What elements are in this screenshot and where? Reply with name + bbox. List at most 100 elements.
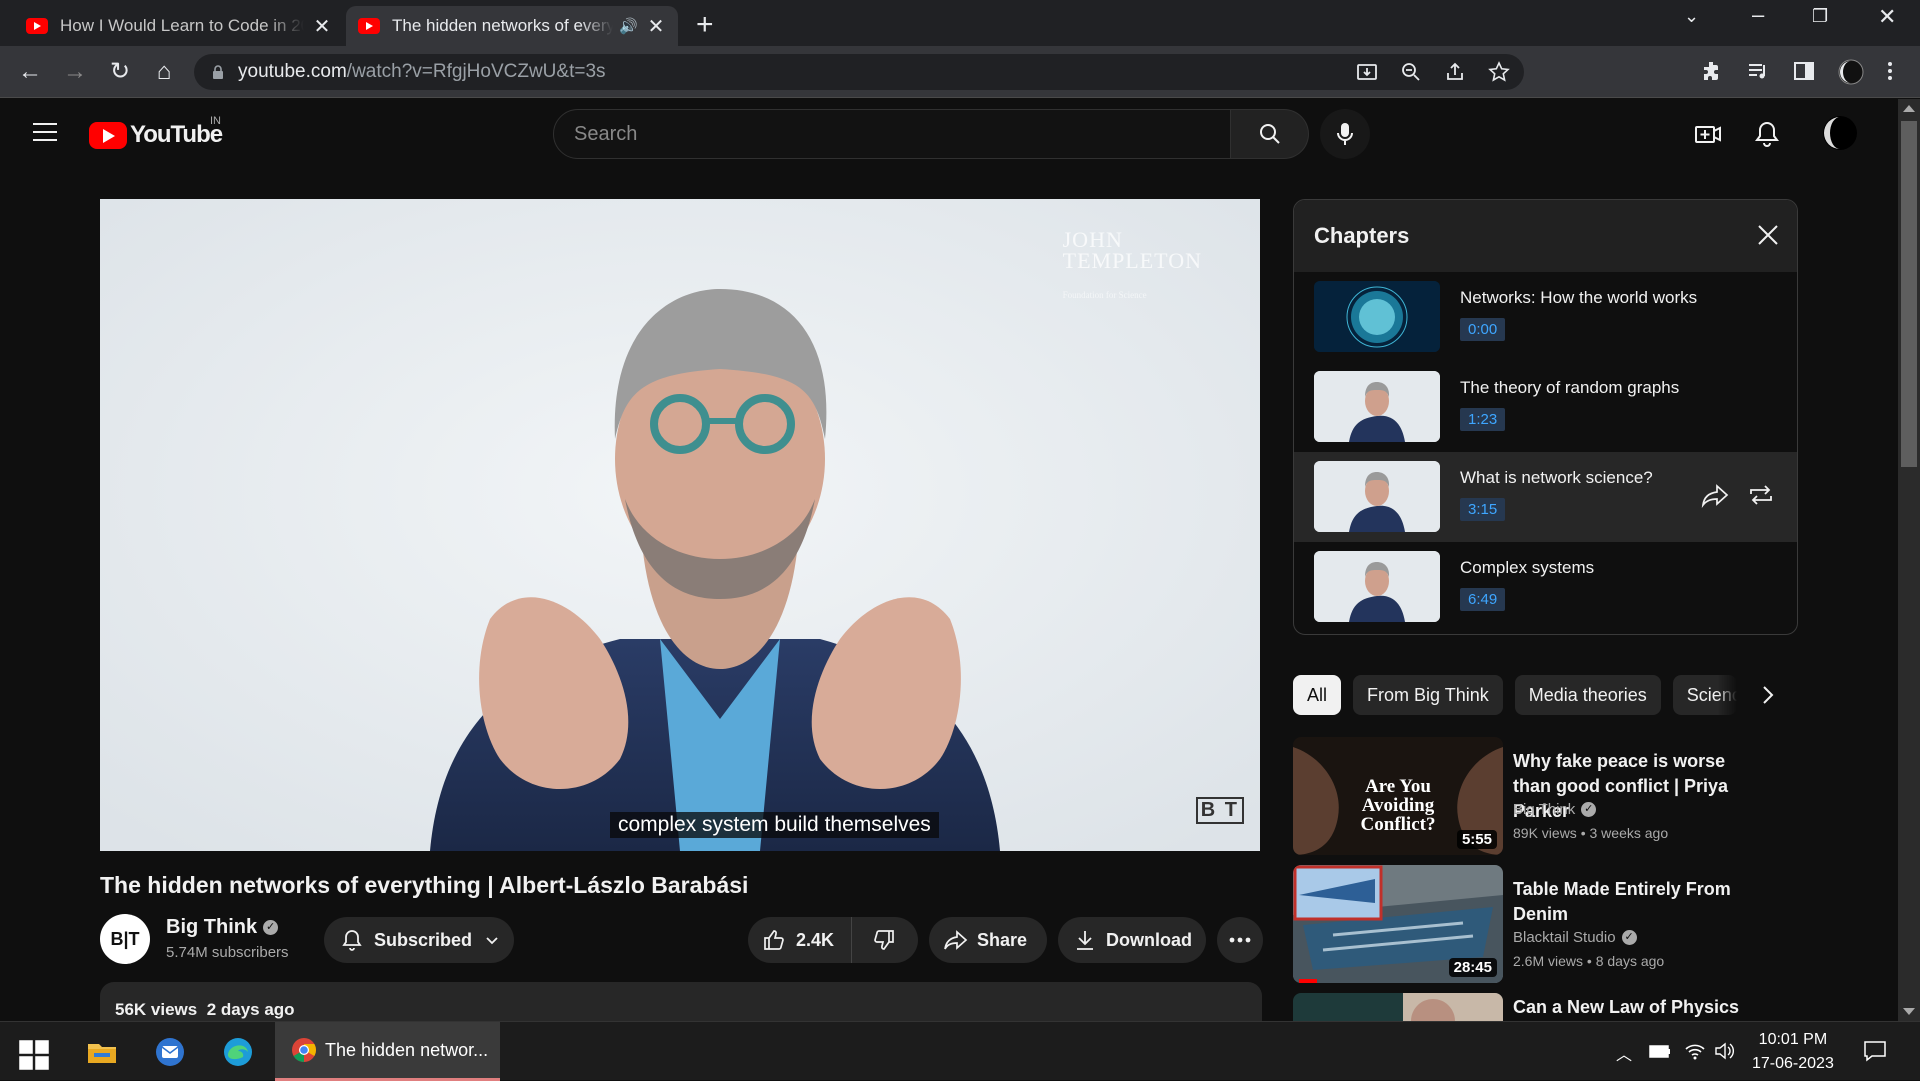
close-chapters-icon[interactable] — [1753, 220, 1783, 250]
tab-close-icon[interactable]: ✕ — [312, 14, 332, 39]
windows-taskbar: The hidden networ... ︿ 10:01 PM 17-06-20… — [0, 1021, 1920, 1081]
show-hidden-icons[interactable]: ︿ — [1616, 1041, 1632, 1065]
chapter-timestamp[interactable]: 0:00 — [1460, 318, 1506, 341]
related-meta: 89K views • 3 weeks ago — [1513, 825, 1669, 841]
video-title: The hidden networks of everything | Albe… — [100, 872, 749, 898]
address-bar[interactable]: youtube.com/watch?v=RfgjHoVCZwU&t=3s — [194, 54, 1524, 90]
share-label: Share — [977, 929, 1028, 950]
audio-playing-icon[interactable]: 🔊 — [619, 17, 638, 35]
new-tab-button[interactable]: + — [696, 8, 714, 42]
chapter-timestamp[interactable]: 1:23 — [1460, 408, 1506, 431]
related-channel-name: Blacktail Studio — [1513, 929, 1616, 946]
browser-tab-1[interactable]: How I Would Learn to Code in 2023 ✕ — [14, 6, 344, 46]
bookmark-star-icon[interactable] — [1488, 61, 1510, 83]
related-video[interactable]: Are You Avoiding Conflict? 5:55 Why fake… — [1293, 737, 1763, 855]
more-actions-button[interactable] — [1217, 917, 1263, 963]
restore-button[interactable]: ❐ — [1812, 6, 1828, 27]
tab-close-icon[interactable]: ✕ — [646, 14, 666, 39]
chapter-item[interactable]: Complex systems 6:49 — [1294, 542, 1797, 632]
url-host: youtube.com — [238, 61, 347, 82]
share-chapter-icon[interactable] — [1701, 482, 1729, 508]
reload-icon[interactable]: ↻ — [106, 58, 134, 86]
install-app-icon[interactable] — [1356, 61, 1378, 83]
bt-logo-text: B T — [1195, 797, 1244, 824]
search-input[interactable]: Search — [553, 109, 1231, 159]
profile-avatar[interactable] — [1838, 59, 1864, 85]
chip-all[interactable]: All — [1293, 675, 1342, 715]
chapter-timestamp[interactable]: 6:49 — [1460, 588, 1506, 611]
hamburger-menu-icon[interactable] — [33, 123, 57, 147]
forward-arrow-icon[interactable]: → — [61, 58, 89, 86]
tab-search-icon[interactable]: ⌄ — [1684, 6, 1699, 27]
channel-name[interactable]: Big Think ✓ — [166, 916, 279, 939]
browser-toolbar: ← → ↻ ⌂ youtube.com/watch?v=RfgjHoVCZwU&… — [0, 46, 1920, 98]
chip-media-theories[interactable]: Media theories — [1514, 675, 1661, 715]
media-control-icon[interactable] — [1746, 59, 1770, 83]
zoom-icon[interactable] — [1400, 61, 1422, 83]
chip-science[interactable]: Science — [1672, 675, 1737, 715]
lock-icon — [213, 65, 223, 79]
account-avatar[interactable] — [1822, 115, 1858, 151]
like-count: 2.4K — [796, 929, 835, 950]
loop-chapter-icon[interactable] — [1747, 482, 1775, 508]
minimize-button[interactable]: – — [1752, 2, 1764, 28]
edge-browser-icon[interactable] — [222, 1036, 254, 1068]
home-icon[interactable]: ⌂ — [150, 58, 178, 86]
chapter-item[interactable]: Networks: How the world works 0:00 — [1294, 272, 1797, 362]
microphone-icon — [1337, 123, 1353, 145]
upload-date: 2 days ago — [206, 1000, 295, 1019]
volume-icon[interactable] — [1714, 1041, 1736, 1061]
view-count: 56K views — [115, 1000, 198, 1019]
channel-avatar[interactable]: B|T — [100, 914, 150, 964]
scrollbar-thumb[interactable] — [1901, 121, 1917, 467]
like-dislike-group: 2.4K — [748, 917, 918, 963]
system-clock[interactable]: 10:01 PM 17-06-2023 — [1752, 1028, 1834, 1076]
chapter-title: The theory of random graphs — [1460, 378, 1680, 397]
chapter-item[interactable]: The theory of random graphs 1:23 — [1294, 362, 1797, 452]
download-button[interactable]: Download — [1058, 917, 1206, 963]
chapter-title: Complex systems — [1460, 558, 1595, 577]
chapter-item-active[interactable]: What is network science? 3:15 — [1294, 452, 1797, 542]
chip-from-big-think[interactable]: From Big Think — [1353, 675, 1503, 715]
subscribed-button[interactable]: Subscribed — [324, 917, 514, 963]
thumbs-down-icon — [874, 930, 894, 950]
wifi-icon[interactable] — [1684, 1041, 1706, 1061]
share-page-icon[interactable] — [1444, 61, 1466, 83]
create-video-icon[interactable] — [1693, 119, 1723, 149]
related-video[interactable]: 28:45 Table Made Entirely From Denim Bla… — [1293, 865, 1763, 983]
taskbar-chrome-app[interactable]: The hidden networ... — [275, 1022, 500, 1081]
clock-time: 10:01 PM — [1758, 1031, 1828, 1048]
notification-center-icon[interactable] — [1863, 1040, 1887, 1062]
file-explorer-icon[interactable] — [86, 1036, 118, 1068]
page-scrollbar[interactable] — [1898, 99, 1920, 1021]
related-views: 2.6M views — [1513, 953, 1584, 969]
youtube-logo[interactable]: YouTube IN — [89, 115, 223, 149]
window-close-button[interactable]: ✕ — [1878, 4, 1896, 30]
related-age: 3 weeks ago — [1589, 825, 1669, 841]
chapters-panel: Chapters Networks: How the world works 0… — [1293, 199, 1798, 635]
side-panel-icon[interactable] — [1792, 59, 1816, 83]
video-player[interactable]: JOHN TEMPLETON Foundation for Science B … — [100, 199, 1260, 851]
windows-start-icon[interactable] — [18, 1039, 50, 1071]
browser-menu-icon[interactable] — [1886, 59, 1894, 83]
share-button[interactable]: Share — [929, 917, 1047, 963]
chapter-timestamp[interactable]: 3:15 — [1460, 498, 1506, 521]
chevron-right-icon[interactable] — [1756, 682, 1780, 708]
battery-icon[interactable] — [1648, 1041, 1672, 1061]
mail-app-icon[interactable] — [154, 1036, 186, 1068]
speaker-thumbnail — [1314, 551, 1440, 622]
chapters-heading: Chapters — [1294, 200, 1797, 272]
browser-tab-2[interactable]: The hidden networks of everything | Albe… — [346, 6, 678, 46]
back-arrow-icon[interactable]: ← — [16, 58, 44, 86]
voice-search-button[interactable] — [1320, 109, 1370, 159]
notifications-bell-icon[interactable] — [1752, 119, 1782, 149]
video-duration: 28:45 — [1448, 958, 1497, 977]
download-label: Download — [1106, 929, 1192, 950]
like-button[interactable]: 2.4K — [748, 917, 852, 963]
channel-name-text: Big Think — [166, 916, 258, 938]
related-channel: Big Think ✓ — [1513, 801, 1597, 818]
dislike-button[interactable] — [852, 917, 916, 963]
related-video[interactable]: Can a New Law of Physics — [1293, 993, 1763, 1021]
extensions-icon[interactable] — [1700, 59, 1724, 83]
search-button[interactable] — [1231, 109, 1309, 159]
